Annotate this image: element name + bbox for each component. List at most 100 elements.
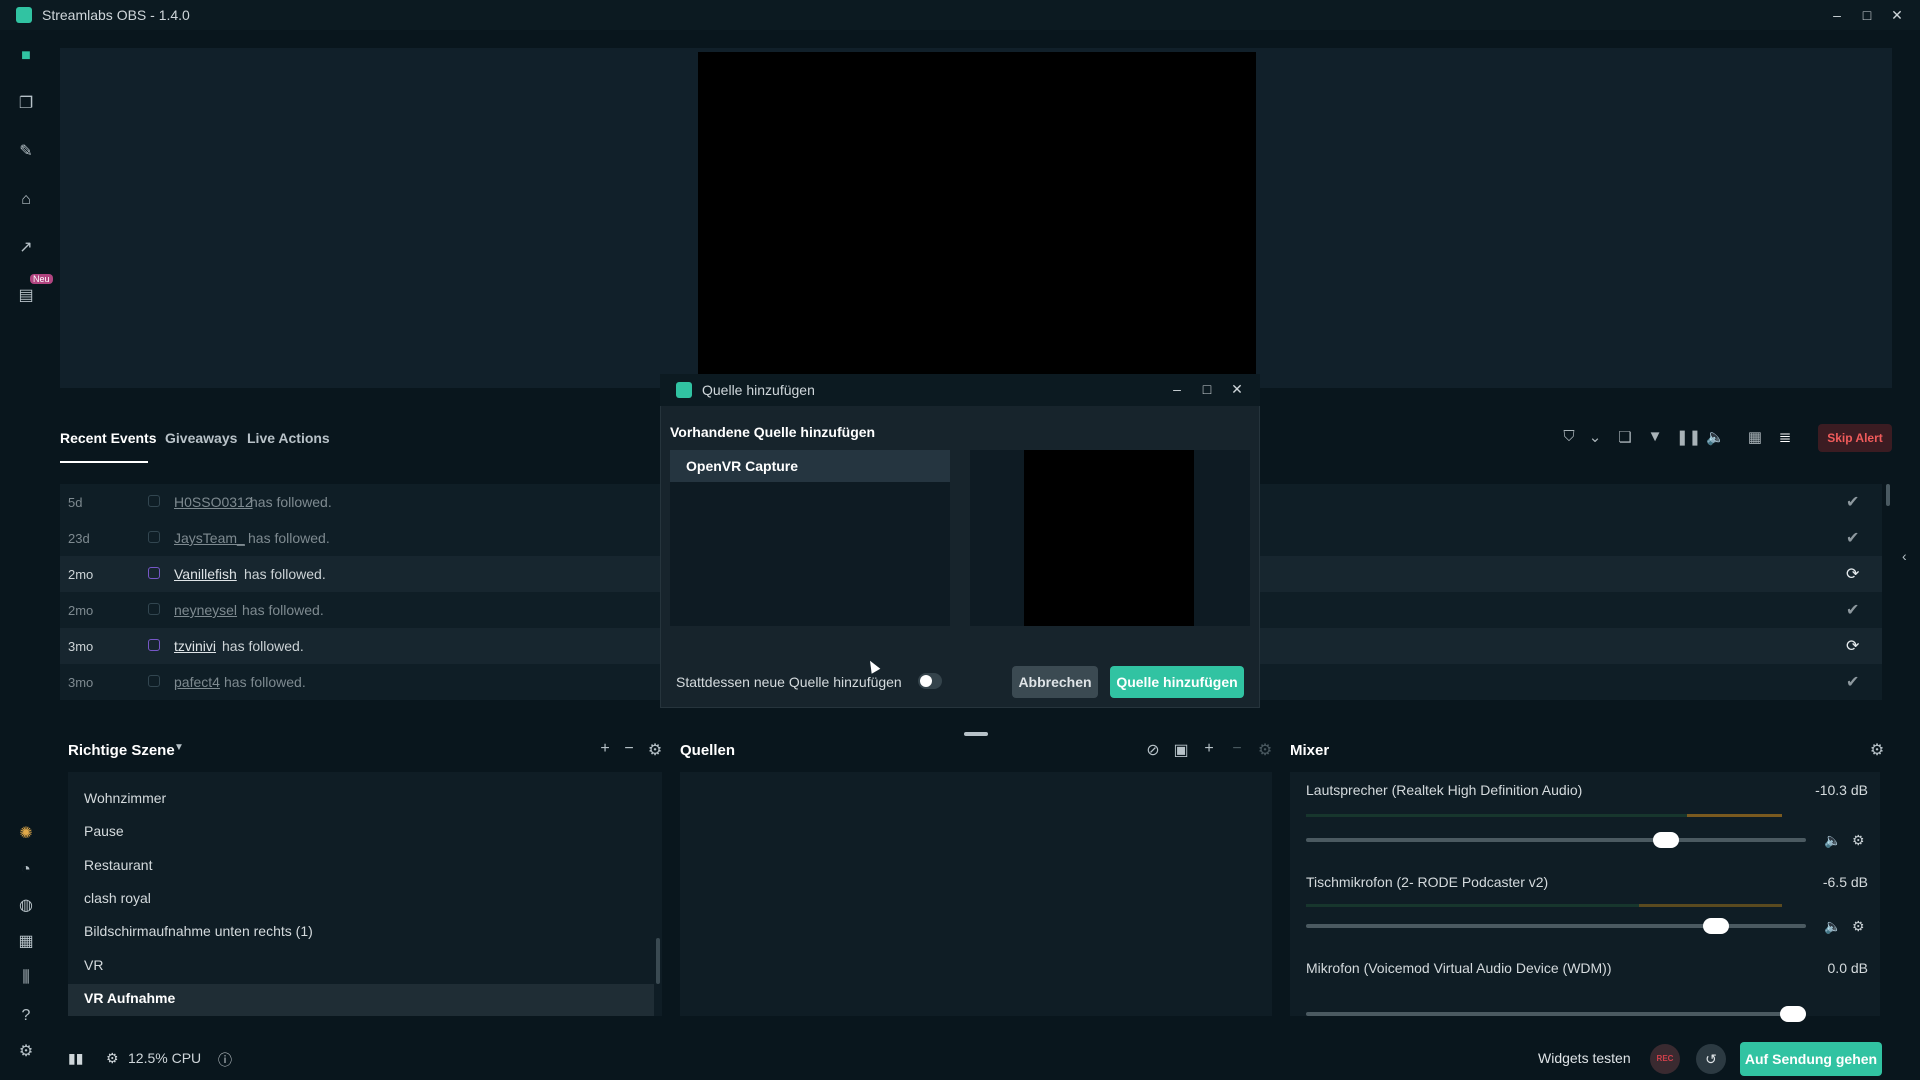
maximize-button[interactable]: □ xyxy=(1856,4,1878,26)
event-user[interactable]: Vanillefish xyxy=(174,566,237,582)
check-icon[interactable]: ✔ xyxy=(1846,600,1859,620)
mixer-settings-icon[interactable]: ⚙ xyxy=(1868,740,1886,760)
window-title: Streamlabs OBS - 1.4.0 xyxy=(42,7,190,23)
dialog-maximize-button[interactable]: □ xyxy=(1196,378,1218,400)
tab-recent-events[interactable]: Recent Events xyxy=(60,430,156,446)
check-icon[interactable]: ✔ xyxy=(1846,492,1859,512)
editor-icon[interactable]: ✎ xyxy=(14,140,38,164)
analytics-icon[interactable]: ↗ xyxy=(14,236,38,260)
repeat-icon[interactable]: ⟳ xyxy=(1846,564,1859,584)
scene-item[interactable]: Bildschirmaufnahme unten rechts (1) xyxy=(84,923,313,939)
themes-icon[interactable]: ❐ xyxy=(14,92,38,116)
widgets-test-button[interactable]: Widgets testen xyxy=(1538,1050,1631,1066)
dashboard-icon[interactable]: ◔ xyxy=(14,858,38,882)
caret-down-icon[interactable]: ▼ xyxy=(174,742,184,753)
list-view-icon[interactable]: ≣ xyxy=(1776,428,1794,446)
tab-live-actions[interactable]: Live Actions xyxy=(247,430,330,446)
event-action: has followed. xyxy=(242,602,324,618)
mixer-channel-db: -6.5 dB xyxy=(1822,874,1868,890)
mixer-channel-db: -10.3 dB xyxy=(1815,782,1868,798)
record-button[interactable]: REC xyxy=(1650,1044,1680,1074)
volume-slider-knob[interactable] xyxy=(1703,918,1729,934)
grid-view-icon[interactable]: ▦ xyxy=(1746,428,1764,446)
volume-icon[interactable]: 🔈 xyxy=(1706,428,1725,446)
scene-item[interactable]: Pause xyxy=(84,823,124,839)
studio-icon[interactable]: ■ xyxy=(14,44,38,68)
filter-icon[interactable]: ▼ xyxy=(1646,428,1664,445)
scene-item-active[interactable]: VR Aufnahme xyxy=(84,990,175,1006)
prime-icon[interactable]: ✺ xyxy=(14,822,38,846)
help-icon[interactable]: ? xyxy=(14,1004,38,1028)
go-live-button[interactable]: Auf Sendung gehen xyxy=(1740,1042,1882,1076)
minimize-button[interactable]: – xyxy=(1826,4,1848,26)
volume-meter xyxy=(1306,814,1782,817)
cancel-button[interactable]: Abbrechen xyxy=(1012,666,1098,698)
chevron-down-icon[interactable]: ⌄ xyxy=(1586,428,1604,446)
speaker-icon[interactable]: 🔈 xyxy=(1824,832,1841,849)
chat-icon[interactable]: ◍ xyxy=(14,894,38,918)
remove-scene-icon[interactable]: − xyxy=(620,740,638,758)
add-folder-icon[interactable]: ▣ xyxy=(1172,740,1190,760)
chevron-left-icon[interactable]: ‹ xyxy=(1902,548,1907,564)
scene-item[interactable]: clash royal xyxy=(84,890,151,906)
event-checkbox[interactable] xyxy=(148,495,160,507)
scene-collection-title[interactable]: Richtige Szene xyxy=(68,742,175,759)
event-checkbox[interactable] xyxy=(148,567,160,579)
scene-item[interactable]: Restaurant xyxy=(84,857,152,873)
tab-giveaways[interactable]: Giveaways xyxy=(165,430,237,446)
scene-settings-icon[interactable]: ⚙ xyxy=(646,740,664,760)
event-checkbox[interactable] xyxy=(148,639,160,651)
add-scene-icon[interactable]: + xyxy=(596,740,614,758)
toggle-knob[interactable] xyxy=(920,675,932,687)
skip-alert-button[interactable]: Skip Alert xyxy=(1818,424,1892,452)
store-icon[interactable]: ⌂ xyxy=(14,188,38,212)
scene-item[interactable]: VR xyxy=(84,957,103,973)
mixer-channel-name: Lautsprecher (Realtek High Definition Au… xyxy=(1306,782,1583,798)
event-user[interactable]: JaysTeam_ xyxy=(174,530,245,546)
source-settings-icon[interactable]: ⚙ xyxy=(1256,740,1274,760)
close-button[interactable]: ✕ xyxy=(1886,4,1908,26)
scenes-scrollbar[interactable] xyxy=(656,938,660,984)
event-checkbox[interactable] xyxy=(148,531,160,543)
event-checkbox[interactable] xyxy=(148,603,160,615)
volume-slider-track[interactable] xyxy=(1306,1012,1806,1016)
stream-preview[interactable] xyxy=(698,52,1256,382)
selective-recording-icon[interactable]: ⊘ xyxy=(1144,740,1162,760)
highlighter-icon[interactable]: ▤ xyxy=(14,284,38,308)
info-icon[interactable]: ⓘ xyxy=(218,1050,232,1070)
scene-item[interactable]: Wohnzimmer xyxy=(84,790,166,806)
speaker-icon[interactable]: 🔈 xyxy=(1824,918,1841,935)
event-checkbox[interactable] xyxy=(148,675,160,687)
popout-icon[interactable]: ❏ xyxy=(1616,428,1634,446)
event-action: has followed. xyxy=(224,674,306,690)
event-user[interactable]: pafect4 xyxy=(174,674,220,690)
replay-buffer-icon[interactable]: ↺ xyxy=(1696,1044,1726,1074)
volume-slider-track[interactable] xyxy=(1306,838,1806,842)
dialog-close-button[interactable]: ✕ xyxy=(1226,378,1248,400)
volume-slider-knob[interactable] xyxy=(1780,1006,1806,1022)
add-source-icon[interactable]: + xyxy=(1200,740,1218,758)
add-source-button[interactable]: Quelle hinzufügen xyxy=(1110,666,1244,698)
event-user[interactable]: tzvinivi xyxy=(174,638,216,654)
pause-icon[interactable]: ❚❚ xyxy=(1676,428,1701,446)
volume-slider-track[interactable] xyxy=(1306,924,1806,928)
channel-settings-icon[interactable]: ⚙ xyxy=(1852,918,1865,935)
settings-icon[interactable]: ⚙ xyxy=(14,1040,38,1064)
check-icon[interactable]: ✔ xyxy=(1846,528,1859,548)
performance-icon[interactable]: ▮▮ xyxy=(68,1050,83,1067)
volume-slider-knob[interactable] xyxy=(1653,832,1679,848)
event-action: has followed. xyxy=(222,638,304,654)
layouts-icon[interactable]: ▦ xyxy=(14,930,38,954)
repeat-icon[interactable]: ⟳ xyxy=(1846,636,1859,656)
channel-settings-icon[interactable]: ⚙ xyxy=(1852,832,1865,849)
check-icon[interactable]: ✔ xyxy=(1846,672,1859,692)
source-preview-image xyxy=(1024,450,1194,626)
remove-source-icon[interactable]: − xyxy=(1228,740,1246,758)
event-user[interactable]: neyneysel xyxy=(174,602,237,618)
dialog-minimize-button[interactable]: – xyxy=(1166,378,1188,400)
library-icon[interactable]: ⫼ xyxy=(14,966,38,990)
dock-resize-handle[interactable] xyxy=(964,732,988,736)
shield-icon[interactable]: ⛉ xyxy=(1560,428,1578,445)
events-scrollbar[interactable] xyxy=(1886,484,1890,506)
event-user[interactable]: H0SSO0312 xyxy=(174,494,253,510)
